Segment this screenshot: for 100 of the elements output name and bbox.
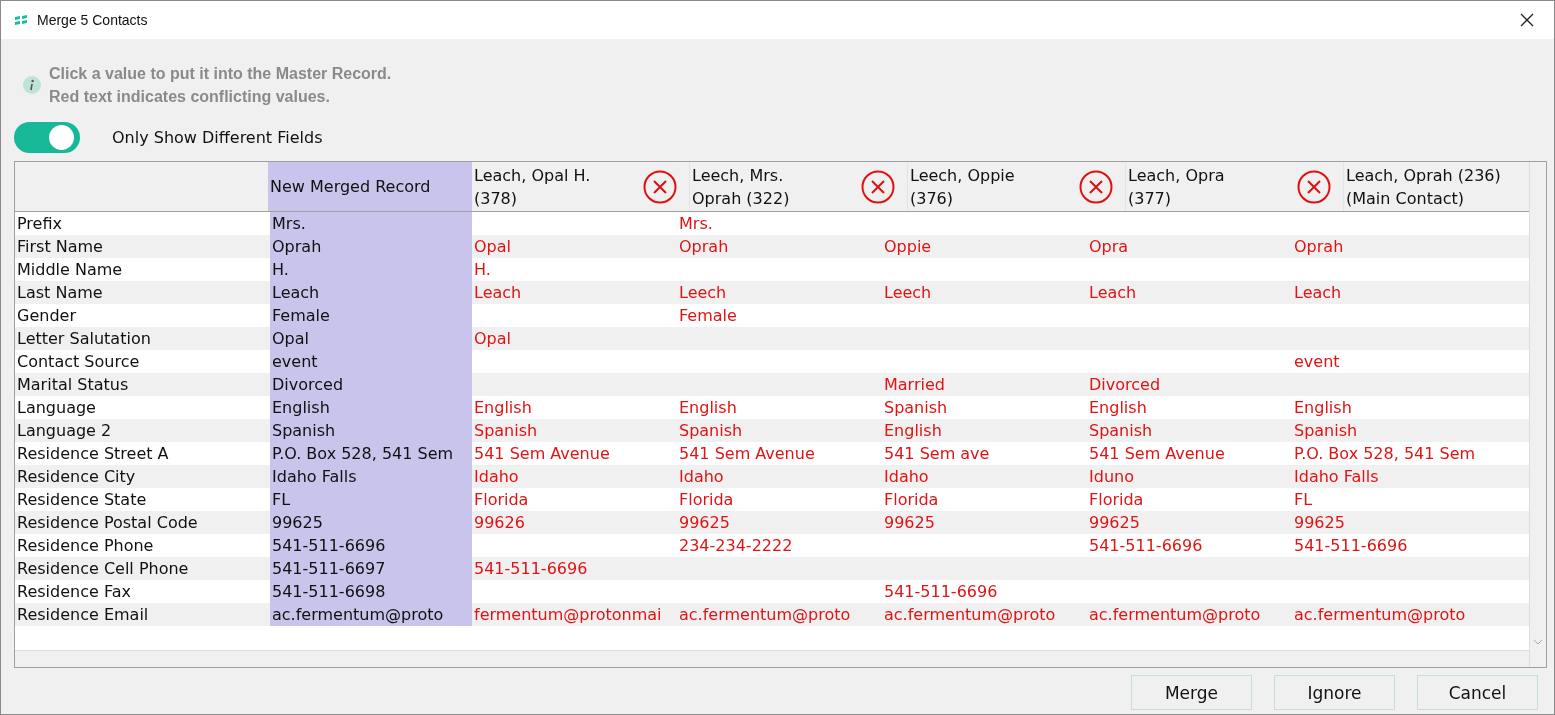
contact-value[interactable]: H. bbox=[474, 260, 491, 279]
contact-value[interactable]: Florida bbox=[679, 490, 734, 509]
field-label: Residence Fax bbox=[16, 581, 132, 603]
contact-value[interactable]: English bbox=[1089, 398, 1147, 417]
contact-value[interactable]: Female bbox=[679, 306, 737, 325]
merged-value[interactable]: 99625 bbox=[270, 511, 472, 534]
merged-value[interactable]: P.O. Box 528, 541 Sem bbox=[270, 442, 472, 465]
contact-value[interactable]: Florida bbox=[884, 490, 939, 509]
contact-value[interactable]: 99625 bbox=[679, 513, 730, 532]
dialog-button[interactable]: Ignore bbox=[1274, 675, 1395, 710]
field-label: Residence Postal Code bbox=[16, 512, 199, 534]
dialog-button[interactable]: Merge bbox=[1131, 675, 1252, 710]
contact-value[interactable]: Divorced bbox=[1089, 375, 1161, 394]
contact-value[interactable]: 541 Sem Avenue bbox=[1089, 444, 1225, 463]
contact-value[interactable]: Spanish bbox=[474, 421, 538, 440]
merged-value[interactable]: 541-511-6698 bbox=[270, 580, 472, 603]
contact-value[interactable]: English bbox=[679, 398, 737, 417]
field-label: Prefix bbox=[16, 213, 63, 235]
contact-value[interactable]: ac.fermentum@proto bbox=[1294, 605, 1466, 624]
contact-value[interactable]: 541-511-6696 bbox=[474, 559, 588, 578]
contact-value[interactable]: 99625 bbox=[884, 513, 935, 532]
merged-value[interactable]: Oprah bbox=[270, 235, 472, 258]
contact-value[interactable]: Leach bbox=[1089, 283, 1137, 302]
field-label: Residence State bbox=[16, 489, 148, 511]
contact-value[interactable]: Oprah bbox=[679, 237, 729, 256]
horizontal-scrollbar[interactable] bbox=[15, 650, 1529, 667]
contact-value[interactable]: 99626 bbox=[474, 513, 525, 532]
contact-value[interactable]: 234-234-2222 bbox=[679, 536, 793, 555]
merged-value[interactable]: FL bbox=[270, 488, 472, 511]
contact-value[interactable]: English bbox=[474, 398, 532, 417]
contact-value[interactable]: Mrs. bbox=[679, 214, 713, 233]
field-label: Residence Street A bbox=[16, 443, 170, 465]
merged-value[interactable]: Idaho Falls bbox=[270, 465, 472, 488]
contact-value[interactable]: event bbox=[1294, 352, 1340, 371]
merged-value[interactable]: Female bbox=[270, 304, 472, 327]
merged-value[interactable]: Leach bbox=[270, 281, 472, 304]
field-label: Marital Status bbox=[16, 374, 130, 396]
contact-value[interactable]: 541 Sem Avenue bbox=[474, 444, 610, 463]
contact-value[interactable]: Leech bbox=[679, 283, 727, 302]
contact-value[interactable]: Opal bbox=[474, 329, 511, 348]
remove-icon[interactable] bbox=[861, 169, 895, 204]
toggle-switch[interactable] bbox=[14, 122, 80, 153]
merged-value[interactable]: English bbox=[270, 396, 472, 419]
contact-value[interactable]: 541-511-6696 bbox=[1089, 536, 1203, 555]
contact-value[interactable]: fermentum@protonmai bbox=[474, 605, 662, 624]
contact-value[interactable]: Oppie bbox=[884, 237, 932, 256]
contact-value[interactable]: 99625 bbox=[1089, 513, 1140, 532]
merged-value[interactable]: event bbox=[270, 350, 472, 373]
contact-value[interactable]: Idaho Falls bbox=[1294, 467, 1379, 486]
vertical-scrollbar[interactable] bbox=[1529, 162, 1546, 667]
contact-value[interactable]: Idaho bbox=[884, 467, 929, 486]
merged-value[interactable]: 541-511-6696 bbox=[270, 534, 472, 557]
merged-value[interactable]: Opal bbox=[270, 327, 472, 350]
contact-value[interactable]: Opal bbox=[474, 237, 511, 256]
remove-icon[interactable] bbox=[1297, 169, 1331, 204]
contact-value[interactable]: Leach bbox=[474, 283, 522, 302]
contact-value[interactable]: Idaho bbox=[474, 467, 519, 486]
column-header: Leach, Opal H. (378) bbox=[474, 164, 591, 210]
contact-value[interactable]: 99625 bbox=[1294, 513, 1345, 532]
contact-value[interactable]: English bbox=[1294, 398, 1352, 417]
dialog-button[interactable]: Cancel bbox=[1417, 675, 1538, 710]
field-label: Gender bbox=[16, 305, 77, 327]
contact-value[interactable]: 541-511-6696 bbox=[884, 582, 998, 601]
info-icon bbox=[23, 76, 41, 94]
contact-value[interactable]: Leach bbox=[1294, 283, 1342, 302]
contact-value[interactable]: Idaho bbox=[679, 467, 724, 486]
contact-value[interactable]: Married bbox=[884, 375, 945, 394]
contact-value[interactable]: Florida bbox=[474, 490, 529, 509]
column-header: Leach, Opra (377) bbox=[1128, 164, 1225, 210]
merged-value[interactable]: Spanish bbox=[270, 419, 472, 442]
remove-icon[interactable] bbox=[1079, 169, 1113, 204]
merged-value[interactable]: Divorced bbox=[270, 373, 472, 396]
column-header: New Merged Record bbox=[268, 162, 472, 211]
contact-value[interactable]: Spanish bbox=[679, 421, 743, 440]
close-icon[interactable] bbox=[1520, 13, 1534, 27]
contact-value[interactable]: ac.fermentum@proto bbox=[884, 605, 1056, 624]
merged-value[interactable]: H. bbox=[270, 258, 472, 281]
contact-value[interactable]: Spanish bbox=[1089, 421, 1153, 440]
contact-value[interactable]: Iduno bbox=[1089, 467, 1134, 486]
contact-value[interactable]: Oprah bbox=[1294, 237, 1344, 256]
contact-value[interactable]: Florida bbox=[1089, 490, 1144, 509]
field-label: Letter Salutation bbox=[16, 328, 152, 350]
merged-value[interactable]: 541-511-6697 bbox=[270, 557, 472, 580]
contact-value[interactable]: FL bbox=[1294, 490, 1313, 509]
contact-value[interactable]: Opra bbox=[1089, 237, 1129, 256]
field-label: Residence City bbox=[16, 466, 137, 488]
contact-value[interactable]: ac.fermentum@proto bbox=[1089, 605, 1261, 624]
merged-value[interactable]: Mrs. bbox=[270, 212, 472, 235]
remove-icon[interactable] bbox=[643, 169, 677, 204]
contact-value[interactable]: English bbox=[884, 421, 942, 440]
contact-value[interactable]: Leech bbox=[884, 283, 932, 302]
contact-value[interactable]: 541 Sem Avenue bbox=[679, 444, 815, 463]
contact-value[interactable]: 541 Sem ave bbox=[884, 444, 990, 463]
column-header: Leech, Mrs. Oprah (322) bbox=[692, 164, 790, 210]
contact-value[interactable]: 541-511-6696 bbox=[1294, 536, 1408, 555]
contact-value[interactable]: Spanish bbox=[884, 398, 948, 417]
merged-value[interactable]: ac.fermentum@proto bbox=[270, 603, 472, 626]
contact-value[interactable]: ac.fermentum@proto bbox=[679, 605, 851, 624]
contact-value[interactable]: Spanish bbox=[1294, 421, 1358, 440]
contact-value[interactable]: P.O. Box 528, 541 Sem bbox=[1294, 444, 1476, 463]
